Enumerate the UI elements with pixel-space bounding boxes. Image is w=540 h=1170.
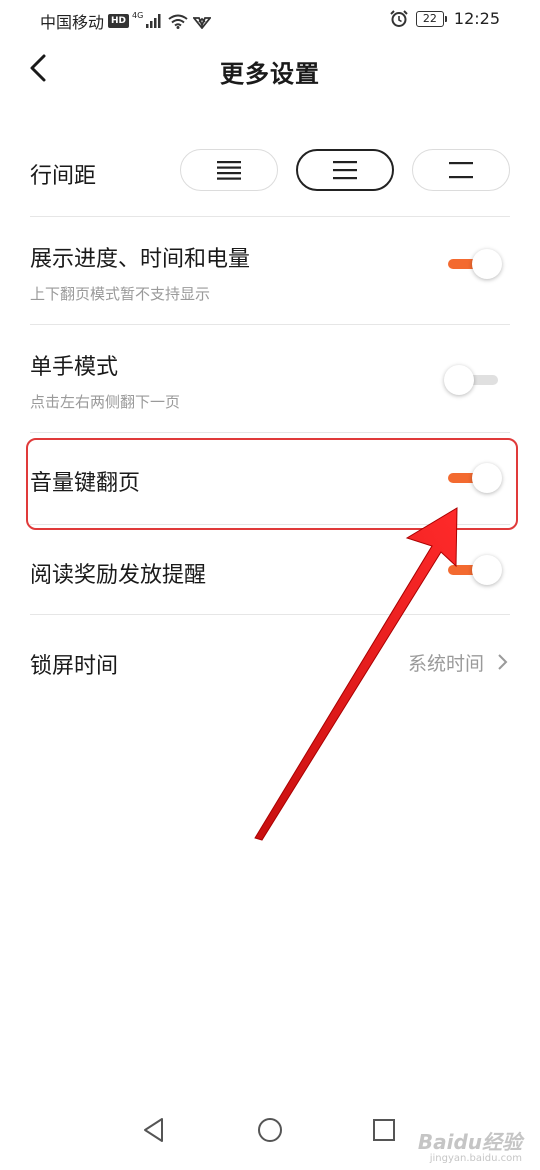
settings-list: 行间距 展示进度、时间和电量 上下翻页模式暂不支持显示 单手模式 点击左右两侧翻… [30, 125, 510, 707]
wifi-icon [168, 14, 188, 29]
lock-screen-time-value: 系统时间 [407, 653, 484, 675]
reward-reminder-row[interactable]: 阅读奖励发放提醒 [30, 525, 510, 615]
watermark-brand: Baidu经验 [417, 1130, 522, 1154]
volume-key-paging-toggle[interactable] [444, 463, 502, 493]
toggle-knob [472, 249, 502, 279]
alarm-icon [390, 10, 408, 27]
battery-icon: 22 [415, 10, 447, 27]
loose-spacing-icon [449, 162, 473, 179]
show-progress-title: 展示进度、时间和电量 [30, 247, 251, 272]
toggle-knob [472, 463, 502, 493]
reward-reminder-toggle[interactable] [444, 555, 502, 585]
spacing-option-loose[interactable] [412, 149, 510, 191]
standard-spacing-icon [333, 161, 357, 180]
one-hand-mode-toggle[interactable] [444, 365, 500, 395]
line-spacing-options [180, 149, 510, 191]
system-nav-bar: Baidu经验 jingyan.baidu.com [0, 1100, 540, 1170]
header: 更多设置 [0, 40, 540, 100]
status-time: 12:25 [453, 9, 500, 28]
toggle-knob [444, 365, 474, 395]
status-bar: 中国移动 HD 4G 22 12:25 [0, 0, 540, 38]
battery-level: 22 [422, 12, 437, 25]
watermark-url: jingyan.baidu.com [429, 1153, 522, 1164]
lock-screen-time-row[interactable]: 锁屏时间 系统时间 [30, 615, 510, 707]
show-progress-subtitle: 上下翻页模式暂不支持显示 [30, 285, 211, 303]
volume-key-paging-row[interactable]: 音量键翻页 [30, 433, 510, 525]
lock-screen-time-title: 锁屏时间 [30, 654, 119, 679]
show-progress-row[interactable]: 展示进度、时间和电量 上下翻页模式暂不支持显示 [30, 217, 510, 325]
hd-badge: HD [108, 14, 130, 28]
baidu-watermark: Baidu经验 jingyan.baidu.com [418, 1132, 522, 1164]
data-saver-icon [193, 16, 212, 29]
line-spacing-row: 行间距 [30, 125, 510, 217]
line-spacing-label: 行间距 [30, 164, 97, 189]
one-hand-mode-row[interactable]: 单手模式 点击左右两侧翻下一页 [30, 325, 510, 433]
nav-recents-icon[interactable] [368, 1114, 400, 1146]
status-left: 中国移动 HD 4G [40, 9, 212, 33]
spacing-option-standard[interactable] [296, 149, 394, 191]
one-hand-mode-subtitle: 点击左右两侧翻下一页 [30, 393, 181, 411]
one-hand-mode-title: 单手模式 [30, 355, 119, 380]
toggle-knob [472, 555, 502, 585]
spacing-option-compact[interactable] [180, 149, 278, 191]
volume-key-paging-title: 音量键翻页 [30, 471, 141, 496]
chevron-right-icon [498, 654, 508, 670]
network-type: 4G [132, 10, 144, 20]
show-progress-toggle[interactable] [444, 249, 502, 279]
signal-icon [146, 14, 161, 28]
page-title: 更多设置 [220, 60, 320, 88]
nav-back-icon[interactable] [138, 1114, 170, 1146]
reward-reminder-title: 阅读奖励发放提醒 [30, 563, 207, 588]
carrier-name: 中国移动 [40, 13, 105, 32]
status-right: 22 12:25 [390, 9, 500, 28]
nav-home-icon[interactable] [254, 1114, 286, 1146]
compact-spacing-icon [217, 161, 241, 180]
